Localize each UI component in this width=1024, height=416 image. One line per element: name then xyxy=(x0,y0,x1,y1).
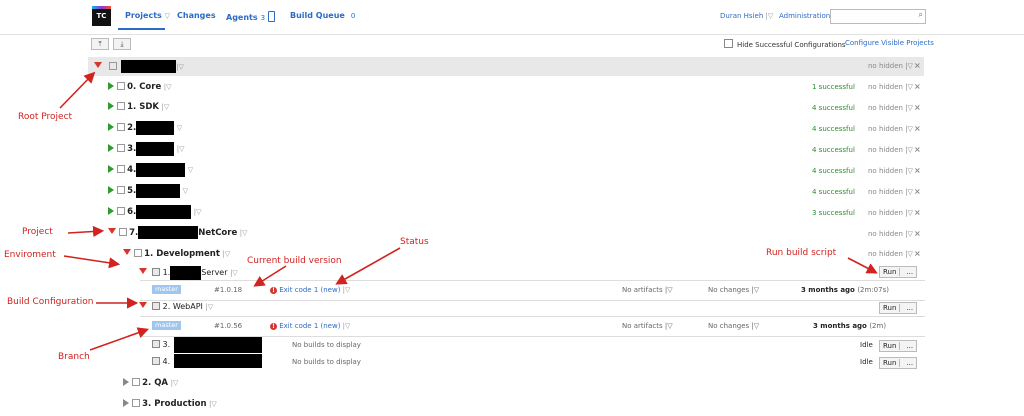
annotation-arrows xyxy=(59,71,878,351)
arrow-status xyxy=(335,247,401,285)
arrow-build-version xyxy=(253,265,287,287)
arrow-project xyxy=(67,225,105,238)
arrow-root-project xyxy=(59,71,96,109)
arrow-branch xyxy=(89,327,150,351)
arrow-environment xyxy=(63,255,121,269)
arrow-run-build-script xyxy=(847,257,878,274)
